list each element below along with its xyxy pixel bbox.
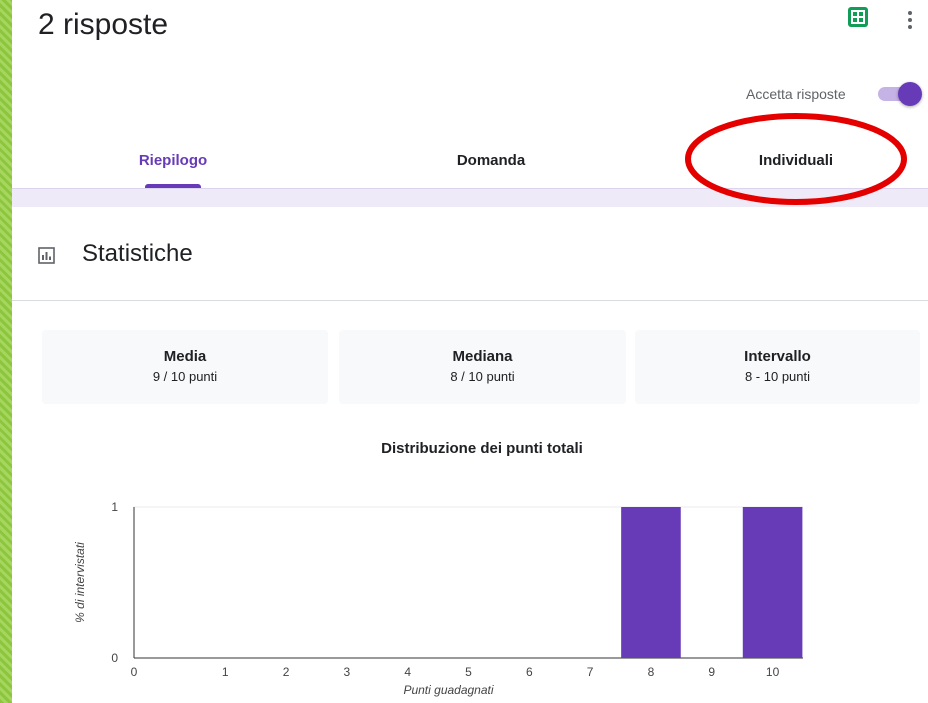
x-tick-label: 8 [648, 665, 655, 679]
bar-8 [621, 507, 681, 658]
stat-value: 8 - 10 punti [744, 369, 811, 384]
bar-chart-icon [38, 247, 55, 264]
score-distribution-chart: 0 1 2 3 4 5 6 7 8 9 10 0 1 Punti guadagnati % di inter… [73, 500, 803, 697]
x-tick-label: 10 [766, 665, 780, 679]
x-tick-label: 6 [526, 665, 533, 679]
responses-count-title: 2 risposte [38, 8, 169, 41]
chart-title: Distribuzione dei punti totali [381, 440, 583, 457]
x-tick-label: 0 [131, 665, 138, 679]
x-tick-label: 4 [404, 665, 411, 679]
toggle-knob [898, 82, 922, 106]
x-tick-label: 2 [283, 665, 290, 679]
bar-10 [742, 507, 803, 658]
tab-riepilogo[interactable]: Riepilogo [103, 152, 243, 169]
x-tick-label: 9 [708, 665, 715, 679]
stat-card-media: Media 9 / 10 punti [42, 330, 328, 404]
google-sheets-icon[interactable] [848, 7, 868, 27]
stat-label: Media [163, 348, 207, 365]
tab-individuali[interactable]: Individuali [726, 152, 866, 169]
y-axis-title: % di intervistati [73, 542, 87, 623]
x-tick-label: 3 [344, 665, 351, 679]
responses-panel: 2 risposte Accetta risposte Riepilogo Do… [12, 0, 928, 703]
more-vert-icon[interactable] [905, 8, 915, 34]
stat-value: 8 / 10 punti [450, 369, 515, 384]
tab-domanda[interactable]: Domanda [421, 152, 561, 169]
stat-value: 9 / 10 punti [152, 369, 218, 384]
stat-card-mediana: Mediana 8 / 10 punti [339, 330, 626, 404]
accept-responses-toggle[interactable] [878, 82, 922, 106]
y-tick-label: 0 [111, 651, 118, 665]
x-tick-label: 1 [222, 665, 229, 679]
tab-bar-divider [12, 188, 928, 207]
x-tick-label: 7 [587, 665, 594, 679]
section-divider [12, 300, 928, 301]
y-tick-label: 1 [111, 500, 118, 514]
stat-label: Mediana [452, 348, 513, 365]
accept-responses-label: Accetta risposte [746, 86, 846, 102]
x-axis-title: Punti guadagnati [403, 683, 493, 697]
stat-label: Intervallo [744, 348, 811, 365]
section-title: Statistiche [82, 240, 193, 267]
x-tick-label: 5 [465, 665, 472, 679]
stat-card-intervallo: Intervallo 8 - 10 punti [635, 330, 920, 404]
